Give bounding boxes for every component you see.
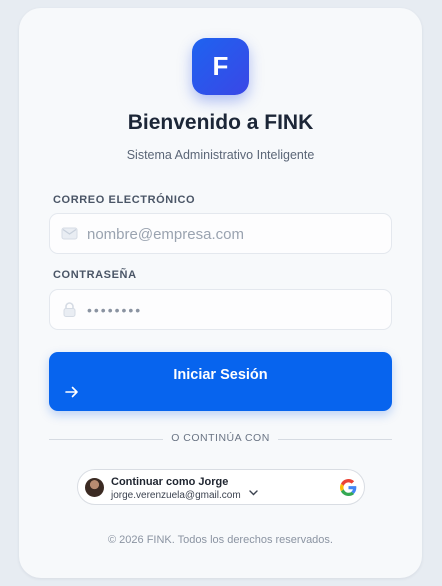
email-label: CORREO ELECTRÓNICO [53, 194, 196, 206]
email-field[interactable]: nombre@empresa.com [49, 213, 392, 254]
login-card: F Bienvenido a FINK Sistema Administrati… [19, 8, 422, 578]
login-button[interactable]: Iniciar Sesión [49, 352, 392, 411]
page-subtitle: Sistema Administrativo Inteligente [126, 148, 315, 162]
page-title: Bienvenido a FINK [127, 111, 314, 134]
arrow-right-icon [65, 386, 78, 398]
chevron-down-icon[interactable] [249, 490, 258, 496]
password-value: •••••••• [87, 302, 143, 318]
password-field[interactable]: •••••••• [49, 289, 392, 330]
login-button-label: Iniciar Sesión [173, 367, 268, 383]
password-label: CONTRASEÑA [53, 269, 137, 281]
google-logo-icon [340, 479, 357, 496]
app-logo: F [192, 38, 249, 95]
footer-copyright: © 2026 FINK. Todos los derechos reservad… [108, 534, 333, 546]
divider-text: O CONTINÚA CON [163, 432, 278, 444]
lock-icon [63, 302, 76, 317]
google-account-name: Continuar como Jorge [111, 476, 229, 488]
google-account-email: jorge.verenzuela@gmail.com [111, 490, 241, 501]
email-placeholder: nombre@empresa.com [87, 226, 244, 243]
logo-letter: F [212, 51, 229, 81]
envelope-icon [61, 227, 78, 240]
google-signin-button[interactable]: Continuar como Jorge jorge.verenzuela@gm… [77, 469, 365, 505]
avatar [85, 478, 104, 497]
